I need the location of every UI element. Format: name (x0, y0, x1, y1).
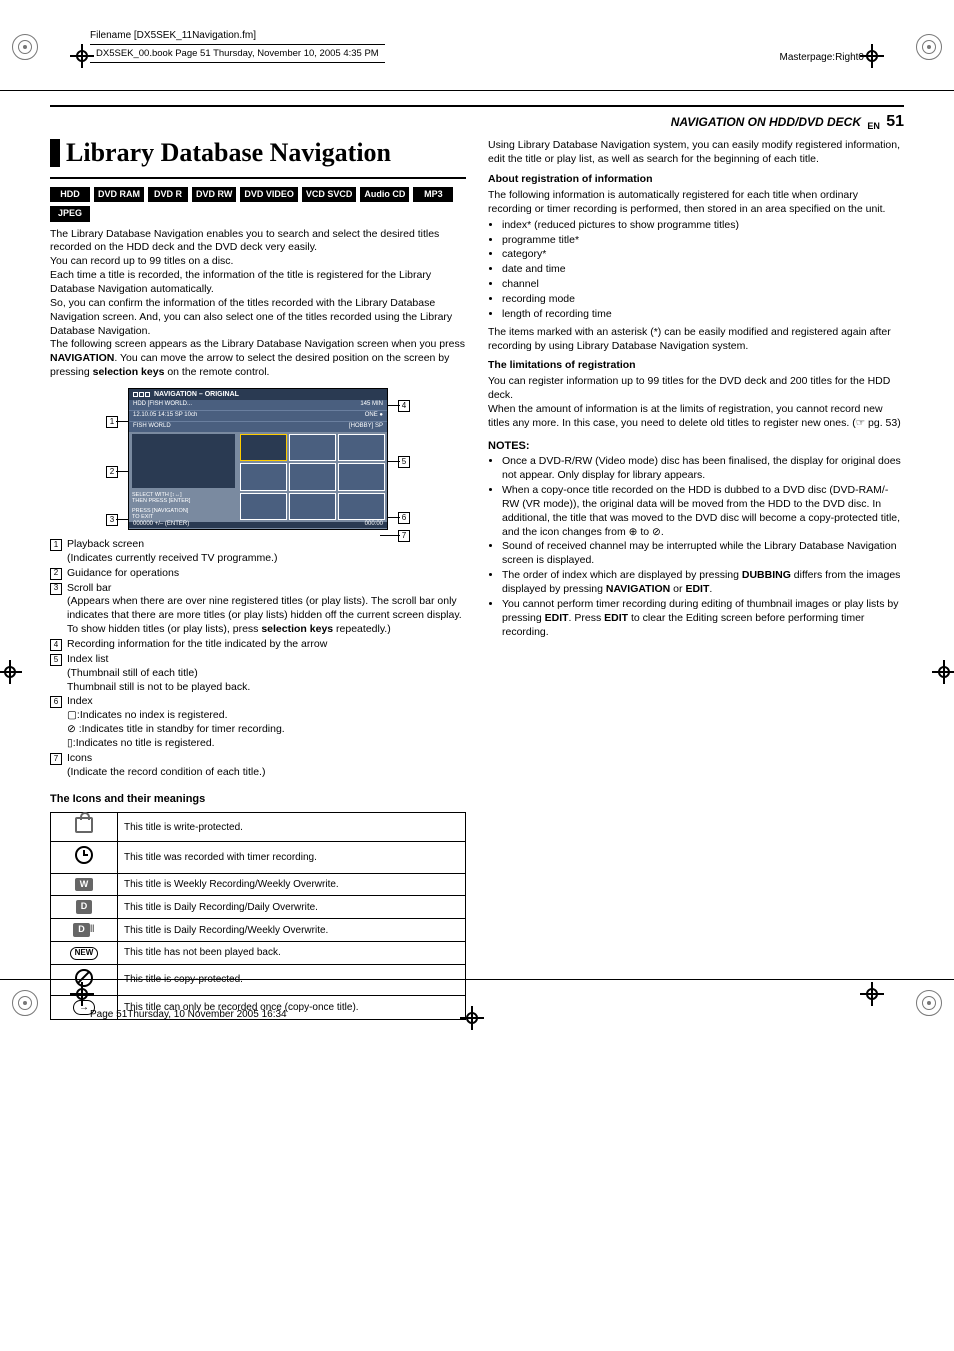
callout-7: 7 (398, 530, 410, 542)
format-badge: DVD RAM (94, 187, 144, 202)
format-badge: MP3 (413, 187, 453, 202)
reg-items-list: index* (reduced pictures to show program… (488, 219, 904, 322)
subheading: About registration of information (488, 173, 904, 187)
format-badge: JPEG (50, 206, 90, 221)
format-badge: DVD R (148, 187, 188, 202)
format-badge: DVD VIDEO (240, 187, 298, 202)
icons-heading: The Icons and their meanings (50, 792, 466, 807)
notes-heading: NOTES: (488, 439, 904, 454)
filename-line: Filename [DX5SEK_11Navigation.fm] (90, 30, 904, 41)
footer-meta: Page 51Thursday, 10 November 2005 16:34 (90, 1009, 287, 1020)
dw-badge-icon: D (73, 923, 90, 937)
body-text: The following information is automatical… (488, 189, 904, 217)
section-lang: EN (867, 121, 880, 131)
clock-icon (75, 846, 93, 864)
book-line: DX5SEK_00.book Page 51 Thursday, Novembe… (90, 44, 385, 63)
section-title: NAVIGATION ON HDD/DVD DECK (671, 115, 861, 129)
body-text: The items marked with an asterisk (*) ca… (488, 326, 904, 354)
callout-5: 5 (398, 456, 410, 468)
notes-list: Once a DVD-R/RW (Video mode) disc has be… (488, 455, 904, 639)
legend: 1Playback screen(Indicates currently rec… (50, 538, 466, 780)
format-badge: HDD (50, 187, 90, 202)
navigation-screenshot: 1 2 3 4 5 6 7 NAVIGATION – O (128, 388, 388, 530)
body-text: You can record up to 99 titles on a disc… (50, 255, 466, 269)
w-badge-icon: W (75, 878, 94, 892)
nav-header-label: NAVIGATION – ORIGINAL (154, 390, 239, 399)
page-number: 51 (886, 113, 904, 130)
masterpage-label: Masterpage:Right0 (780, 52, 865, 63)
body-text: The following screen appears as the Libr… (50, 338, 466, 380)
body-text: Using Library Database Navigation system… (488, 139, 904, 167)
body-text: You can register information up to 99 ti… (488, 375, 904, 403)
callout-6: 6 (398, 512, 410, 524)
section-header: NAVIGATION ON HDD/DVD DECK EN 51 (50, 105, 904, 131)
prohibit-icon (75, 969, 93, 987)
format-badge: Audio CD (360, 187, 409, 202)
icons-table: This title is write-protected. This titl… (50, 812, 466, 1020)
callout-1: 1 (106, 416, 118, 428)
format-badge: DVD RW (192, 187, 236, 202)
right-column: Using Library Database Navigation system… (488, 139, 904, 1020)
new-badge-icon: NEW (70, 947, 99, 960)
body-text: So, you can confirm the information of t… (50, 297, 466, 339)
body-text: When the amount of information is at the… (488, 403, 904, 431)
body-text: Each time a title is recorded, the infor… (50, 269, 466, 297)
title-bar: Library Database Navigation (50, 139, 466, 166)
format-badge: VCD SVCD (302, 187, 357, 202)
lock-icon (75, 817, 93, 833)
page-title: Library Database Navigation (66, 139, 391, 166)
callout-4: 4 (398, 400, 410, 412)
callout-2: 2 (106, 466, 118, 478)
page: Filename [DX5SEK_11Navigation.fm] DX5SEK… (0, 0, 954, 1050)
subheading: The limitations of registration (488, 359, 904, 373)
left-column: Library Database Navigation HDD DVD RAM … (50, 139, 466, 1020)
body-text: The Library Database Navigation enables … (50, 228, 466, 256)
callout-3: 3 (106, 514, 118, 526)
d-badge-icon: D (76, 900, 93, 914)
format-badges: HDD DVD RAM DVD R DVD RW DVD VIDEO VCD S… (50, 187, 466, 222)
